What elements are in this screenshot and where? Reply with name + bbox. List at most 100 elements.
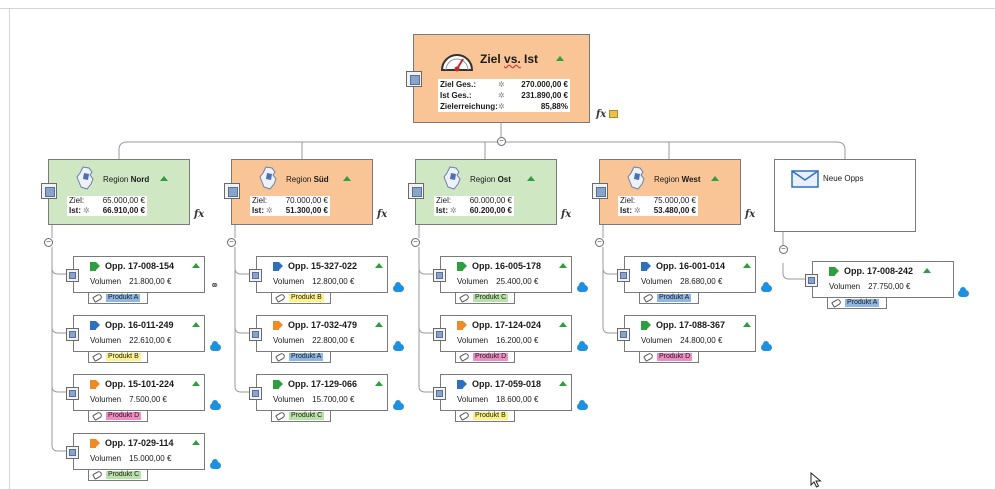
note-icon[interactable] (249, 269, 262, 282)
collapse-toggle[interactable]: − (595, 238, 604, 247)
note-icon[interactable] (617, 328, 630, 341)
product-tag[interactable]: Produkt D (639, 351, 699, 363)
expand-arrow-icon[interactable] (711, 176, 719, 181)
note-icon[interactable] (406, 71, 422, 87)
cloud-icon[interactable] (761, 282, 772, 292)
cloud-icon[interactable] (393, 400, 404, 410)
product-label: Produkt C (473, 294, 509, 302)
expand-arrow-icon[interactable] (556, 56, 564, 61)
product-tag[interactable]: Produkt D (88, 410, 148, 422)
note-icon[interactable] (408, 183, 424, 199)
fx-icon[interactable]: fx (745, 209, 755, 220)
folder-icon[interactable] (609, 110, 618, 118)
opportunity-node[interactable]: Opp. 17-008-242 Volumen 27.750,00 € (812, 261, 954, 298)
collapse-toggle[interactable]: − (497, 137, 506, 146)
fx-icon[interactable]: fx (561, 209, 571, 220)
expand-arrow-icon[interactable] (527, 176, 535, 181)
fx-icon[interactable]: fx (194, 209, 204, 220)
opportunity-node[interactable]: Opp. 17-059-018 Volumen 18.600,00 € (440, 374, 572, 411)
opportunity-node[interactable]: Opp. 15-101-224 Volumen 7.500,00 € (73, 374, 205, 411)
note-icon[interactable] (66, 446, 79, 459)
region-kpi-table: Ziel: 65.000,00 € Ist: ✲ 66.910,00 € (67, 196, 147, 216)
expand-arrow-icon[interactable] (559, 381, 567, 386)
product-tag[interactable]: Produkt C (455, 292, 515, 304)
opportunity-node[interactable]: Opp. 17-124-024 Volumen 16.200,00 € (440, 315, 572, 352)
cloud-icon[interactable] (761, 341, 772, 351)
expand-arrow-icon[interactable] (375, 381, 383, 386)
note-icon[interactable] (66, 328, 79, 341)
opportunity-node[interactable]: Opp. 16-011-249 Volumen 22.610,00 € (73, 315, 205, 352)
opportunity-node[interactable]: Opp. 17-129-066 Volumen 15.700,00 € (256, 374, 388, 411)
note-icon[interactable] (433, 328, 446, 341)
product-tag[interactable]: Produkt B (88, 351, 148, 363)
opportunity-title: Opp. 17-032-479 (288, 320, 358, 330)
product-tag[interactable]: Produkt C (271, 410, 331, 422)
product-tag[interactable]: Produkt B (271, 292, 331, 304)
note-icon[interactable] (66, 387, 79, 400)
cloud-icon[interactable] (577, 341, 588, 351)
expand-arrow-icon[interactable] (375, 263, 383, 268)
tag-icon (92, 293, 103, 303)
expand-arrow-icon[interactable] (192, 381, 200, 386)
cloud-icon[interactable] (210, 400, 221, 410)
cloud-icon[interactable] (577, 400, 588, 410)
flag-icon (273, 380, 283, 389)
collapse-toggle[interactable]: − (779, 245, 788, 254)
expand-arrow-icon[interactable] (923, 268, 931, 273)
product-label: Produkt D (473, 353, 509, 361)
expand-arrow-icon[interactable] (192, 322, 200, 327)
note-icon[interactable] (433, 269, 446, 282)
product-tag[interactable]: Produkt A (271, 351, 331, 363)
cloud-icon[interactable] (958, 287, 969, 297)
expand-arrow-icon[interactable] (192, 263, 200, 268)
product-tag[interactable]: Produkt C (88, 469, 148, 481)
connector-line (602, 267, 617, 275)
expand-arrow-icon[interactable] (375, 322, 383, 327)
opportunity-node[interactable]: Opp. 17-029-114 Volumen 15.000,00 € (73, 433, 205, 470)
product-tag[interactable]: Produkt A (639, 292, 699, 304)
note-icon[interactable] (41, 183, 57, 199)
connector-line (418, 385, 433, 393)
collapse-toggle[interactable]: − (411, 238, 420, 247)
expand-arrow-icon[interactable] (192, 440, 200, 445)
opportunity-node[interactable]: Opp. 15-327-022 Volumen 12.800,00 € (256, 256, 388, 293)
cloud-icon[interactable] (577, 282, 588, 292)
cloud-icon[interactable] (210, 341, 221, 351)
note-icon[interactable] (433, 387, 446, 400)
expand-arrow-icon[interactable] (559, 322, 567, 327)
product-tag[interactable]: Produkt D (455, 351, 515, 363)
note-icon[interactable] (805, 274, 818, 287)
collapse-toggle[interactable]: − (227, 238, 236, 247)
opportunity-title: Opp. 16-005-178 (472, 261, 542, 271)
expand-arrow-icon[interactable] (743, 322, 751, 327)
product-label: Produkt B (289, 294, 324, 302)
note-icon[interactable] (249, 328, 262, 341)
cloud-icon[interactable] (393, 341, 404, 351)
expand-arrow-icon[interactable] (743, 263, 751, 268)
product-tag[interactable]: Produkt A (827, 297, 887, 309)
opportunity-node[interactable]: Opp. 17-008-154 Volumen 21.800,00 € (73, 256, 205, 293)
opportunity-node[interactable]: Opp. 17-088-367 Volumen 24.800,00 € (624, 315, 756, 352)
expand-arrow-icon[interactable] (160, 176, 168, 181)
cloud-icon[interactable] (210, 459, 221, 469)
note-icon[interactable] (592, 183, 608, 199)
tag-icon (459, 352, 470, 362)
product-tag[interactable]: Produkt A (88, 292, 148, 304)
note-icon[interactable] (224, 183, 240, 199)
collapse-toggle[interactable]: − (44, 238, 53, 247)
expand-arrow-icon[interactable] (559, 263, 567, 268)
opportunity-node[interactable]: Opp. 16-001-014 Volumen 28.680,00 € (624, 256, 756, 293)
opportunity-node[interactable]: Opp. 17-032-479 Volumen 22.800,00 € (256, 315, 388, 352)
fx-icon[interactable]: fx (596, 109, 606, 120)
note-icon[interactable] (66, 269, 79, 282)
cloud-icon[interactable] (393, 282, 404, 292)
opportunity-node[interactable]: Opp. 16-005-178 Volumen 25.400,00 € (440, 256, 572, 293)
fx-icon[interactable]: fx (377, 209, 387, 220)
opportunity-title: Opp. 17-008-154 (105, 261, 175, 271)
link-icon[interactable]: ⚭ (210, 279, 219, 292)
product-tag[interactable]: Produkt B (455, 410, 515, 422)
expand-arrow-icon[interactable] (343, 176, 351, 181)
mindmap-canvas[interactable]: Ziel vs. Ist Ziel Ges.: ✲ 270.000,00 € Ist… (0, 0, 995, 489)
note-icon[interactable] (617, 269, 630, 282)
note-icon[interactable] (249, 387, 262, 400)
